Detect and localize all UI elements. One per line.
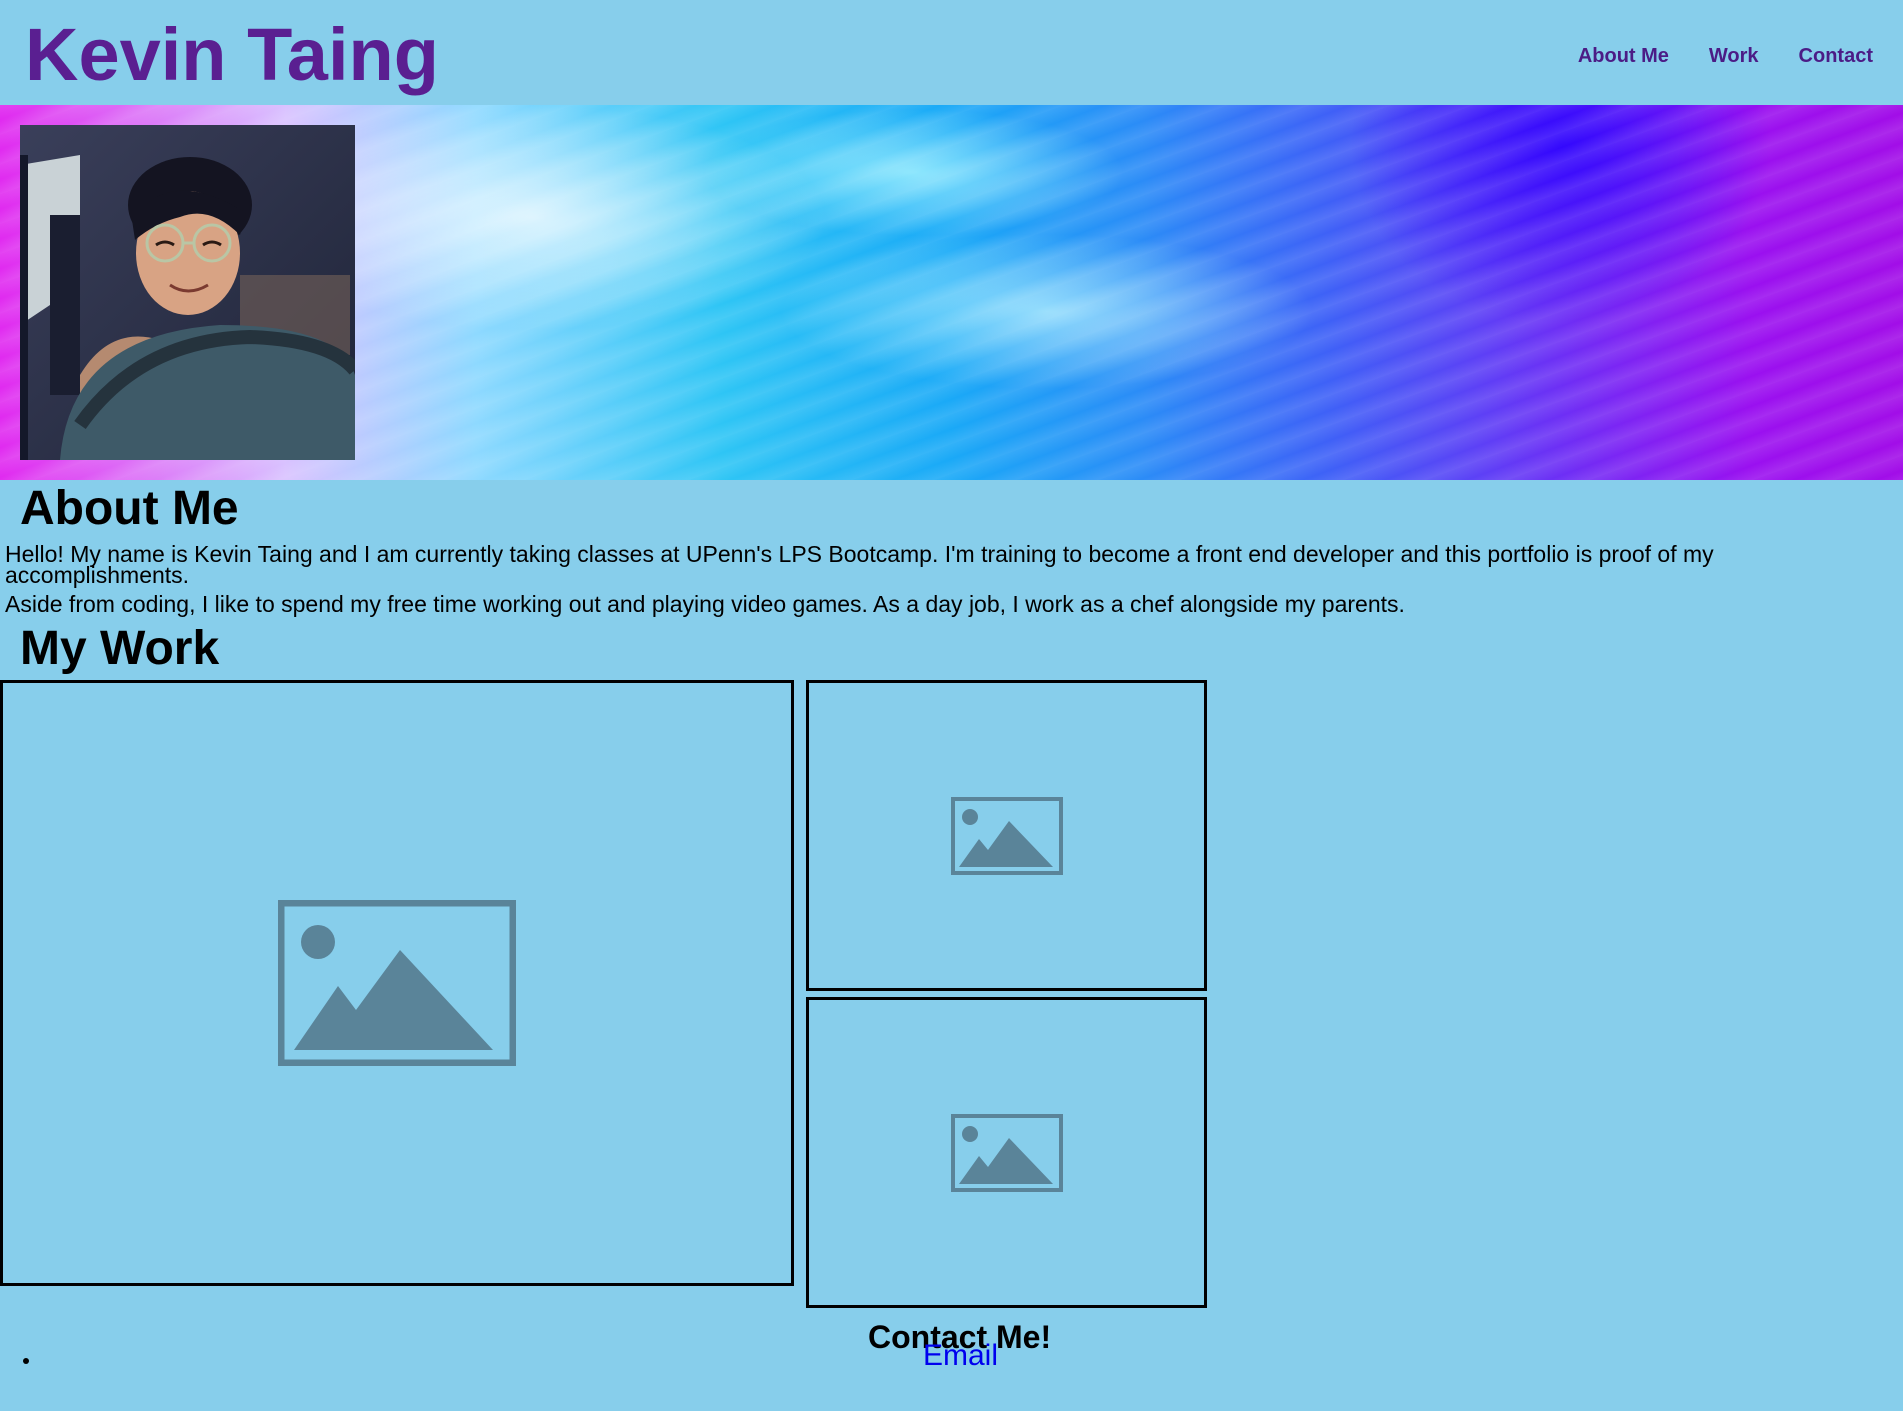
- about-paragraph-hobbies: Aside from coding, I like to spend my fr…: [5, 591, 1405, 617]
- nav-link-contact[interactable]: Contact: [1799, 44, 1873, 68]
- work-card-tertiary[interactable]: [806, 997, 1207, 1308]
- main-nav: About Me Work Contact: [1538, 44, 1873, 68]
- nav-link-work[interactable]: Work: [1709, 44, 1759, 68]
- nav-link-about-me[interactable]: About Me: [1578, 44, 1669, 68]
- work-card-featured[interactable]: [0, 680, 794, 1286]
- about-heading: About Me: [20, 482, 239, 535]
- site-title: Kevin Taing: [25, 13, 439, 96]
- image-placeholder-icon: [950, 796, 1063, 875]
- about-paragraph-intro: Hello! My name is Kevin Taing and I am c…: [5, 541, 1714, 588]
- email-link[interactable]: Email: [923, 1338, 998, 1374]
- work-heading: My Work: [20, 622, 220, 675]
- avatar: [20, 125, 355, 460]
- work-card-secondary[interactable]: [806, 680, 1207, 991]
- list-bullet: [23, 1358, 29, 1364]
- image-placeholder-icon: [278, 900, 516, 1066]
- avatar-photo-icon: [20, 125, 355, 460]
- image-placeholder-icon: [950, 1113, 1063, 1192]
- hero-banner: [0, 105, 1903, 480]
- site-header: Kevin Taing About Me Work Contact: [0, 0, 1903, 105]
